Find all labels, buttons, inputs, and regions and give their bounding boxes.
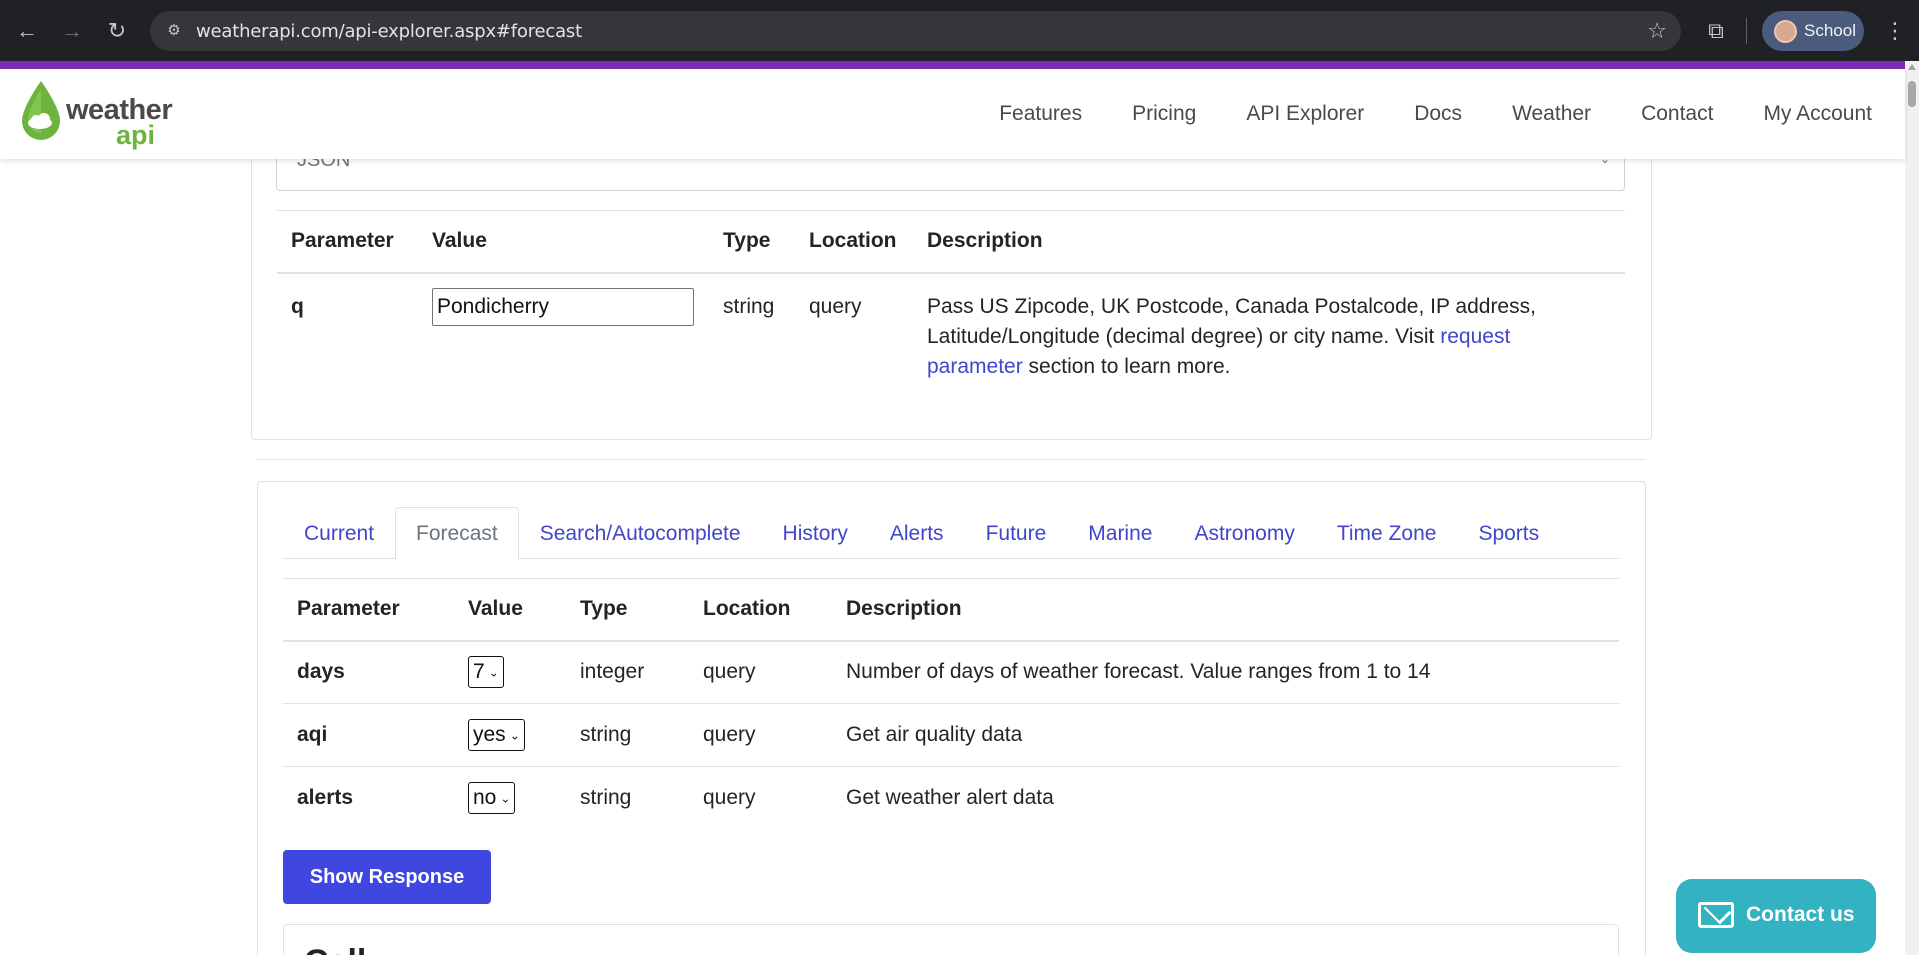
param-name: alerts [297,786,354,810]
description-text-end: section to learn more. [1022,354,1231,378]
param-type: string [723,294,775,318]
aqi-select[interactable]: yes ⌄ [468,719,525,751]
param-name: days [283,640,454,704]
toolbar-divider [1746,18,1747,44]
col-parameter: Parameter [283,578,454,642]
site-info-icon[interactable]: ⚙ [164,21,184,41]
contact-us-button[interactable]: Contact us [1676,879,1876,953]
col-location: Location [689,578,832,642]
table-row: q string query Pass US Zipcode, UK Postc… [277,273,1625,402]
profile-button[interactable]: School [1762,11,1864,51]
col-description: Description [832,578,1619,642]
param-type: string [580,786,632,810]
tab-time-zone[interactable]: Time Zone [1316,507,1458,559]
alerts-select[interactable]: no ⌄ [468,782,516,815]
divider [257,459,1646,460]
extensions-icon[interactable]: ⧉ [1700,15,1732,47]
col-parameter: Parameter [277,210,418,274]
logo-text-api: api [116,120,156,150]
site-header: weather api Features Pricing API Explore… [0,69,1905,159]
param-description: Number of days of weather forecast. Valu… [832,640,1619,704]
tab-future[interactable]: Future [965,507,1068,559]
param-location: query [689,703,832,767]
nav-my-account[interactable]: My Account [1738,99,1872,129]
table-row: days 7 ⌄ integer query Number of days of … [283,640,1619,704]
table-row: alerts no ⌄ string query Get weather aler… [283,767,1619,830]
param-value-cell: yes ⌄ [454,703,566,767]
param-location: query [689,640,832,704]
api-tabs: Current Forecast Search/Autocomplete His… [283,507,1619,560]
contact-us-label: Contact us [1746,903,1855,926]
tab-marine[interactable]: Marine [1067,507,1173,559]
forecast-params-table: Parameter Value Type Location Descriptio… [283,578,1619,830]
bookmark-star-icon[interactable]: ☆ [1647,18,1667,44]
days-select-value: 7 [473,660,485,684]
raindrop-logo-icon [22,81,60,140]
param-description: Get air quality data [832,703,1619,767]
accent-bar [0,61,1905,69]
param-name: q [291,294,304,318]
col-value: Value [454,578,566,642]
q-input[interactable] [432,287,694,326]
browser-toolbar: ← → ↻ ⚙ weatherapi.com/api-explorer.aspx… [0,0,1919,61]
param-name: aqi [283,703,454,767]
nav-api-explorer[interactable]: API Explorer [1221,99,1389,129]
col-type: Type [566,578,689,642]
main-nav: Features Pricing API Explorer Docs Weath… [974,99,1872,129]
reload-icon[interactable]: ↻ [100,14,134,48]
param-description: Get weather alert data [846,786,1054,810]
profile-name: School [1804,21,1856,40]
col-value: Value [418,210,709,274]
alerts-select-value: no [473,786,497,810]
param-value-cell [418,273,709,402]
param-location: query [703,786,756,810]
scrollbar-thumb[interactable] [1908,81,1916,107]
aqi-select-value: yes [473,723,506,746]
mail-icon [1698,902,1734,928]
section-heading: Call [304,943,366,955]
col-location: Location [795,210,913,274]
browser-menu-icon[interactable]: ⋮ [1880,15,1910,47]
tab-history[interactable]: History [762,507,869,559]
tab-current[interactable]: Current [283,507,395,559]
param-location: query [809,294,862,318]
tab-search-autocomplete[interactable]: Search/Autocomplete [519,507,762,559]
show-response-button[interactable]: Show Response [283,850,491,904]
page-scrollbar[interactable] [1905,61,1919,955]
nav-docs[interactable]: Docs [1389,99,1487,129]
weatherapi-logo[interactable]: weather api [18,79,173,150]
col-type: Type [709,210,795,274]
address-bar[interactable]: ⚙ weatherapi.com/api-explorer.aspx#forec… [150,11,1681,51]
days-select[interactable]: 7 ⌄ [468,656,504,689]
tab-astronomy[interactable]: Astronomy [1173,507,1315,559]
scroll-up-icon[interactable] [1908,64,1916,70]
url-text[interactable]: weatherapi.com/api-explorer.aspx#forecas… [196,21,582,42]
param-value-cell: 7 ⌄ [454,640,566,704]
chevron-down-icon: ⌄ [509,728,520,743]
nav-weather[interactable]: Weather [1487,99,1616,129]
common-params-table: Parameter Value Type Location Descriptio… [277,210,1625,402]
col-description: Description [913,210,1625,274]
tab-forecast[interactable]: Forecast [395,507,519,560]
tab-alerts[interactable]: Alerts [869,507,965,559]
back-icon[interactable]: ← [10,14,44,48]
response-card: Call [283,924,1619,955]
param-value-cell: no ⌄ [454,767,566,830]
nav-contact[interactable]: Contact [1616,99,1738,129]
param-description: Pass US Zipcode, UK Postcode, Canada Pos… [913,273,1625,402]
chevron-down-icon: ⌄ [488,665,499,680]
nav-features[interactable]: Features [974,99,1107,129]
nav-pricing[interactable]: Pricing [1107,99,1221,129]
table-row: aqi yes ⌄ string query Get air quality da… [283,703,1619,767]
param-type: string [566,703,689,767]
avatar [1774,20,1797,43]
param-type: integer [566,640,689,704]
tab-sports[interactable]: Sports [1457,507,1560,559]
chevron-down-icon: ⌄ [500,791,511,806]
forward-icon[interactable]: → [55,14,89,48]
